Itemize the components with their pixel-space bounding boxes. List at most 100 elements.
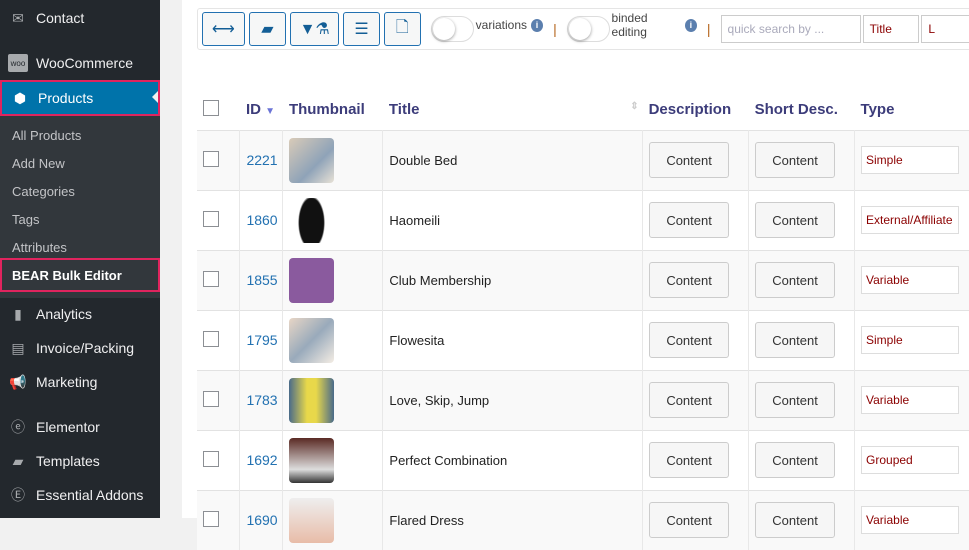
menu-invoice-packing[interactable]: ▤ Invoice/Packing (0, 331, 160, 365)
short-desc-content-button[interactable]: Content (755, 382, 836, 418)
product-type-select[interactable]: Grouped (861, 446, 960, 474)
product-thumbnail[interactable] (289, 257, 335, 303)
product-thumbnail[interactable] (289, 197, 335, 243)
product-id-link[interactable]: 1860 (246, 212, 277, 228)
description-content-button[interactable]: Content (649, 382, 730, 418)
arrows-horizontal-icon: ⟷ (211, 21, 235, 38)
product-thumbnail[interactable] (289, 137, 335, 183)
binded-editing-toggle[interactable] (566, 16, 610, 42)
products-table: ID ▼ Thumbnail Title ⇕ Description Short … (197, 90, 969, 550)
menu-woocommerce[interactable]: woo WooCommerce (0, 46, 160, 80)
column-title[interactable]: Title ⇕ (383, 90, 643, 130)
short-desc-content-button[interactable]: Content (755, 262, 836, 298)
quick-search-input[interactable]: quick search by ... (720, 15, 861, 43)
description-content-button[interactable]: Content (649, 322, 730, 358)
table-row: 1692 Perfect Combination Content Content… (197, 429, 969, 490)
product-id-link[interactable]: 1692 (246, 452, 277, 468)
product-id-link[interactable]: 2221 (246, 152, 277, 168)
search-mode-select[interactable]: L (921, 15, 969, 43)
menu-analytics[interactable]: ▮ Analytics (0, 297, 160, 331)
open-folder-button[interactable]: ▰ (248, 12, 287, 46)
box-icon: ⬢ (13, 89, 27, 106)
column-id[interactable]: ID ▼ (240, 90, 283, 130)
table-row: 1795 Flowesita Content Content Simple (197, 309, 969, 370)
product-thumbnail[interactable] (289, 437, 335, 483)
info-icon[interactable]: i (531, 18, 544, 32)
product-type-select[interactable]: Variable (861, 386, 960, 414)
short-desc-content-button[interactable]: Content (755, 142, 836, 178)
product-id-link[interactable]: 1795 (246, 332, 277, 348)
menu-essential-addons[interactable]: Ⓔ Essential Addons (0, 478, 160, 512)
info-icon[interactable]: i (684, 18, 697, 32)
product-title[interactable]: Double Bed (382, 129, 644, 190)
filter-button[interactable]: ▼⚗ (290, 12, 340, 46)
product-type-select[interactable]: Variable (861, 506, 960, 535)
product-type-select[interactable]: Simple (861, 326, 960, 354)
menu-templates[interactable]: ▰ Templates (0, 444, 160, 478)
product-id-link[interactable]: 1690 (246, 512, 277, 528)
column-short-desc: Short Desc. (754, 101, 838, 119)
short-desc-content-button[interactable]: Content (755, 442, 836, 478)
product-thumbnail[interactable] (289, 497, 335, 543)
short-desc-content-button[interactable]: Content (755, 502, 836, 539)
add-product-button[interactable]: 🗋 (383, 12, 421, 46)
description-content-button[interactable]: Content (649, 262, 730, 298)
row-checkbox[interactable] (203, 330, 219, 347)
products-submenu: All Products Add New Categories Tags Att… (0, 116, 160, 298)
expand-width-button[interactable]: ⟷ (202, 12, 245, 46)
row-checkbox[interactable] (203, 210, 219, 227)
product-id-link[interactable]: 1855 (246, 272, 277, 288)
submenu-tags[interactable]: Tags (12, 212, 39, 227)
columns-list-button[interactable]: ☰ (343, 12, 380, 46)
submenu-categories[interactable]: Categories (12, 184, 75, 199)
product-type-select[interactable]: External/Affiliate (861, 206, 960, 234)
submenu-all-products[interactable]: All Products (12, 128, 81, 143)
variations-toggle[interactable] (430, 16, 474, 42)
product-title[interactable]: Love, Skip, Jump (382, 369, 644, 430)
short-desc-content-button[interactable]: Content (755, 202, 836, 238)
ea-icon: Ⓔ (11, 487, 25, 503)
product-title[interactable]: Flowesita (382, 309, 644, 370)
product-thumbnail[interactable] (289, 317, 335, 363)
product-thumbnail[interactable] (289, 377, 335, 423)
product-title[interactable]: Club Membership (382, 249, 644, 310)
description-content-button[interactable]: Content (649, 202, 730, 238)
description-content-button[interactable]: Content (649, 502, 730, 539)
table-row: 1860 Haomeili Content Content External/A… (197, 189, 969, 250)
main-content: ⟷ ▰ ▼⚗ ☰ 🗋 variations i | binded editing… (182, 0, 969, 550)
search-field-select[interactable]: Title (862, 15, 920, 43)
woo-icon: woo (8, 54, 28, 72)
table-row: 1855 Club Membership Content Content Var… (197, 249, 969, 310)
menu-products[interactable]: ⬢ Products (0, 80, 160, 116)
submenu-attributes[interactable]: Attributes (12, 240, 67, 255)
row-checkbox[interactable] (203, 390, 219, 407)
submenu-add-new[interactable]: Add New (12, 156, 65, 171)
menu-contact[interactable]: ✉ Contact (0, 1, 160, 35)
short-desc-content-button[interactable]: Content (755, 322, 836, 358)
admin-sidebar: ✉ Contact woo WooCommerce ⬢ Products All Pr… (0, 0, 160, 518)
product-title[interactable]: Flared Dress (382, 489, 644, 550)
product-type-select[interactable]: Variable (861, 266, 960, 294)
filter-flask-icon: ▼⚗ (299, 21, 330, 38)
bar-chart-icon: ▮ (14, 305, 22, 322)
menu-marketing[interactable]: 📢 Marketing (0, 365, 160, 399)
select-all-checkbox[interactable] (203, 99, 219, 116)
divider: | (706, 21, 711, 37)
divider: | (553, 21, 557, 37)
row-checkbox[interactable] (203, 510, 219, 527)
product-id-link[interactable]: 1783 (246, 392, 277, 408)
folder-icon: ▰ (261, 21, 274, 38)
row-checkbox[interactable] (203, 270, 219, 287)
product-type-select[interactable]: Simple (861, 146, 960, 174)
table-row: 2221 Double Bed Content Content Simple (197, 129, 969, 190)
product-title[interactable]: Haomeili (382, 189, 644, 250)
menu-elementor[interactable]: ⓔ Elementor (0, 410, 160, 444)
description-content-button[interactable]: Content (649, 442, 730, 478)
submenu-bear-bulk-editor[interactable]: BEAR Bulk Editor (0, 258, 160, 292)
row-checkbox[interactable] (203, 150, 219, 167)
description-content-button[interactable]: Content (649, 142, 730, 178)
bulk-editor-toolbar: ⟷ ▰ ▼⚗ ☰ 🗋 variations i | binded editing… (197, 8, 969, 50)
product-title[interactable]: Perfect Combination (382, 429, 644, 490)
row-checkbox[interactable] (203, 450, 219, 467)
document-icon: ▤ (11, 339, 25, 356)
